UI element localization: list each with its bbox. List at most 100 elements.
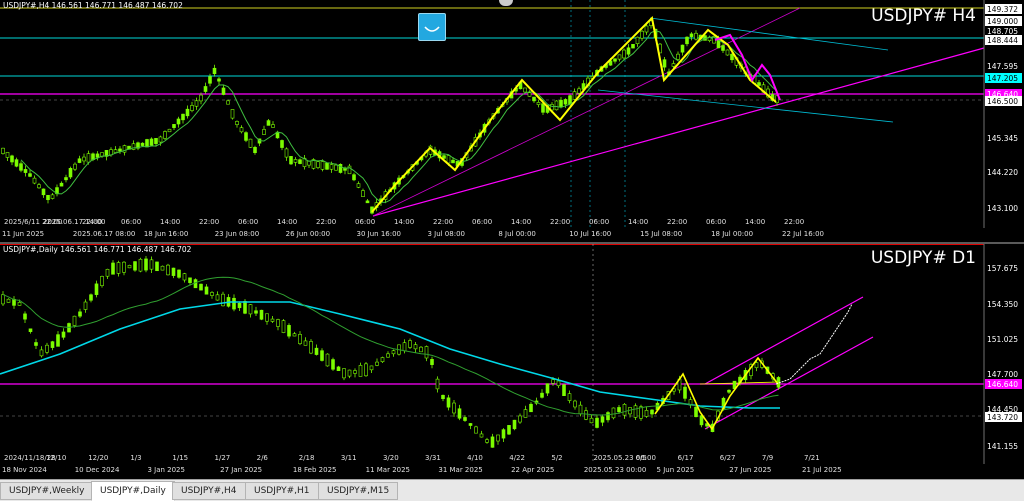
candle-body [600,416,605,423]
candle-body [468,423,473,426]
d1-projection-path [775,303,853,385]
candle-body [562,384,566,397]
candle-body [50,194,55,199]
candle-body [265,313,269,322]
candle-body [230,109,235,119]
candle-body [545,383,550,394]
candle-body [754,362,759,369]
price-label: 143.100 [987,204,1018,213]
time-label: 3/20 [383,454,399,462]
candle-body [45,344,49,353]
time-label: 6/5 [636,454,647,462]
candle-body [127,264,132,269]
candle-body [41,188,46,196]
candle-body [496,434,500,442]
candle-body [217,78,221,82]
candle-body [606,412,610,421]
candle-body [413,344,418,350]
candle-body [248,304,253,315]
candle-body [507,425,511,435]
time-label: 06:00 [589,218,609,226]
h4-candles [1,17,779,215]
candle-body [325,353,330,367]
candle-body [622,49,626,59]
candle-body [617,54,622,60]
tab-h1[interactable]: USDJPY#,H1 [245,482,319,500]
h4-symbol-label: USDJPY# H4 [871,6,976,26]
candle-body [554,100,559,111]
candle-body [369,365,374,371]
tab-daily[interactable]: USDJPY#,Daily [91,481,175,501]
candle-body [402,342,407,352]
candle-body [730,53,734,61]
chart-tab-bar: USDJPY#,Weekly USDJPY#,Daily USDJPY#,H4 … [0,479,1024,501]
candle-body [676,53,680,60]
d1-chart-pane[interactable]: USDJPY#,Daily 146.561 146.771 146.487 14… [0,244,1024,479]
candle-body [540,392,544,398]
candle-body [727,389,731,393]
candle-body [650,409,654,415]
candle-body [512,419,517,430]
d1-chart-canvas[interactable]: 157.675154.350151.025147.700146.640144.4… [0,244,1024,479]
candle-body [182,273,187,281]
d1-price-axis: 157.675154.350151.025147.700146.640144.4… [985,263,1022,451]
candle-body [292,333,297,337]
d1-moving-average-green [2,276,779,416]
date-label: 2025.06.17 08:00 [73,230,135,238]
time-label: 06:00 [238,218,258,226]
candle-body [248,138,253,148]
candle-body [221,293,225,307]
candle-body [140,142,145,146]
candle-body [14,159,19,167]
candle-body [138,258,143,272]
date-label: 10 Dec 2024 [75,466,120,474]
h4-zigzag-yellow [371,15,777,213]
tab-h4[interactable]: USDJPY#,H4 [172,482,246,500]
time-label: 4/22 [509,454,525,462]
date-label: 15 Jul 08:00 [640,230,682,238]
price-label: 146.640 [987,380,1018,389]
candle-body [463,417,467,421]
candle-body [559,99,563,108]
time-label: 14:00 [394,218,414,226]
h4-chart-canvas[interactable]: 149.372 149.000148.705148.444 147.595 147.2… [0,0,1024,242]
tab-weekly[interactable]: USDJPY#,Weekly [0,482,94,500]
date-label: 23 Jun 08:00 [215,230,259,238]
candle-body [78,311,82,317]
time-label: 06:00 [121,218,141,226]
candle-body [270,318,275,322]
candle-body [105,268,110,277]
time-label: 14:00 [511,218,531,226]
candle-body [113,149,118,153]
candle-body [518,415,522,423]
candle-body [635,36,640,44]
price-label: 157.675 [987,264,1018,273]
candle-body [347,369,352,377]
candle-body [204,286,209,295]
price-label: 147.700 [987,370,1018,379]
candle-body [662,59,667,68]
time-label: 1/27 [215,454,231,462]
tab-m15[interactable]: USDJPY#,M15 [318,482,399,500]
h4-chart-pane[interactable]: USDJPY#,H4 146.561 146.771 146.487 146.7… [0,0,1024,242]
time-label: 06:00 [706,218,726,226]
price-label: 143.720 [987,413,1018,422]
signal-smile-icon[interactable] [418,13,446,41]
candle-body [358,365,363,377]
candle-body [167,128,172,133]
candle-body [589,417,594,424]
candle-body [536,102,541,105]
time-label: 14:00 [745,218,765,226]
candle-body [100,276,104,286]
time-label: 14:00 [628,218,648,226]
candle-body [613,58,617,62]
candle-body [34,342,38,346]
candle-body [5,152,10,158]
h4-chart-header: USDJPY#,H4 146.561 146.771 146.487 146.7… [3,1,183,10]
candle-body [289,156,293,165]
time-label: 22:00 [199,218,219,226]
candle-body [95,153,100,158]
candle-body [314,347,319,355]
candle-body [573,400,577,408]
candle-body [61,331,66,338]
